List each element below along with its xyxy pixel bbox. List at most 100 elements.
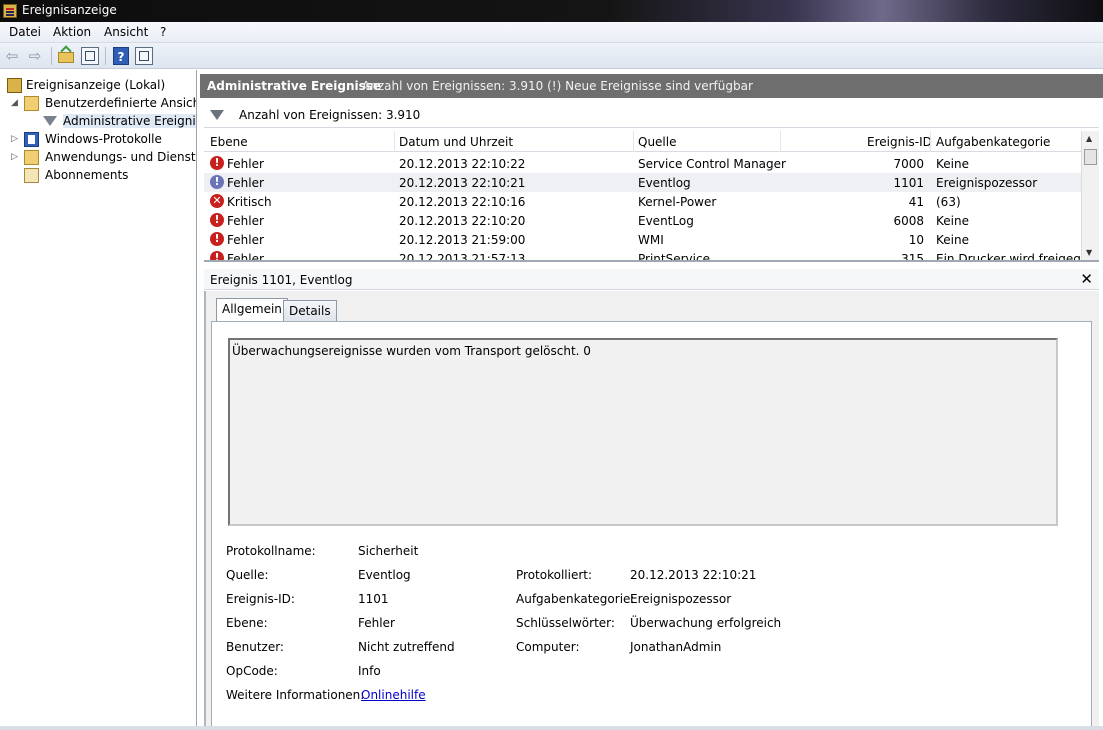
cell-level: Kritisch	[227, 195, 272, 209]
eventid-value: 1101	[358, 592, 389, 606]
cell-level: Fehler	[227, 214, 264, 228]
tree-item-label: Benutzerdefinierte Ansichten	[45, 96, 196, 110]
filter-bar: Anzahl von Ereignissen: 3.910	[204, 102, 1099, 128]
cell-datetime: 20.12.2013 21:59:00	[399, 233, 526, 247]
cell-datetime: 20.12.2013 22:10:16	[399, 195, 526, 209]
cell-datetime: 20.12.2013 21:57:13	[399, 252, 526, 262]
help-icon[interactable]: ?	[113, 47, 129, 65]
cell-level: Fehler	[227, 233, 264, 247]
tree-item-admin-events[interactable]: Administrative Ereignisse	[0, 113, 196, 131]
tree-item-custom-views[interactable]: ◢ Benutzerdefinierte Ansichten	[0, 95, 196, 113]
scroll-up-icon[interactable]: ▲	[1086, 134, 1092, 143]
console-tree: Ereignisanzeige (Lokal) ◢ Benutzerdefini…	[0, 70, 197, 730]
table-row-selected[interactable]: ! Fehler 20.12.2013 22:10:21 Eventlog 11…	[204, 173, 1081, 192]
user-label: Benutzer:	[226, 640, 284, 654]
cell-source: WMI	[638, 233, 664, 247]
view-header: Administrative Ereignisse Anzahl von Ere…	[200, 74, 1103, 98]
cell-level: Fehler	[227, 157, 264, 171]
level-label: Ebene:	[226, 616, 268, 630]
scroll-down-icon[interactable]: ▼	[1086, 248, 1092, 257]
event-message-box[interactable]: Überwachungsereignisse wurden vom Transp…	[228, 338, 1058, 526]
tab-details[interactable]: Details	[283, 300, 337, 322]
event-detail-title: Ereignis 1101, Eventlog	[210, 273, 353, 287]
tree-item-windows-logs[interactable]: ▷ Windows-Protokolle	[0, 131, 196, 149]
filter-icon	[210, 110, 224, 120]
expand-arrow-icon[interactable]: ◢	[11, 98, 21, 108]
view-info: Anzahl von Ereignissen: 3.910 (!) Neue E…	[362, 79, 753, 93]
vertical-scrollbar[interactable]: ▲ ▼	[1081, 131, 1099, 260]
cell-category: Ereignispozessor	[936, 176, 1038, 190]
action-pane-icon[interactable]	[135, 47, 153, 65]
tree-item-label: Windows-Protokolle	[45, 132, 162, 146]
keywords-value: Überwachung erfolgreich	[630, 616, 782, 630]
table-row[interactable]: ! Fehler 20.12.2013 22:10:20 EventLog 60…	[204, 211, 1081, 230]
cell-event-id: 1101	[893, 176, 924, 190]
tree-item-label: Ereignisanzeige (Lokal)	[26, 78, 166, 92]
cell-category: Keine	[936, 157, 969, 171]
tree-item-root[interactable]: Ereignisanzeige (Lokal)	[0, 77, 196, 95]
error-icon: !	[210, 175, 224, 189]
column-divider[interactable]	[780, 131, 781, 152]
cell-datetime: 20.12.2013 22:10:21	[399, 176, 526, 190]
console-tree-icon[interactable]	[81, 47, 99, 65]
forward-arrow-icon[interactable]: ⇨	[27, 47, 43, 65]
column-header-quelle[interactable]: Quelle	[638, 135, 676, 149]
close-icon[interactable]: ✕	[1080, 270, 1093, 288]
computer-label: Computer:	[516, 640, 580, 654]
cell-datetime: 20.12.2013 22:10:20	[399, 214, 526, 228]
cell-source: EventLog	[638, 214, 694, 228]
event-detail-panel: Allgemein Details Überwachungsereignisse…	[204, 291, 1099, 730]
moreinfo-label: Weitere Informationen:	[226, 688, 365, 702]
column-header-ereignis-id[interactable]: Ereignis-ID	[867, 135, 932, 149]
source-label: Quelle:	[226, 568, 269, 582]
event-count: Anzahl von Ereignissen: 3.910	[239, 108, 421, 122]
table-row[interactable]: ✕ Kritisch 20.12.2013 22:10:16 Kernel-Po…	[204, 192, 1081, 211]
logname-label: Protokollname:	[226, 544, 316, 558]
table-row[interactable]: ! Fehler 20.12.2013 21:57:13 PrintServic…	[204, 249, 1092, 262]
tree-item-app-service-logs[interactable]: ▷ Anwendungs- und Dienstprotokolle	[0, 149, 196, 167]
column-divider[interactable]	[633, 131, 634, 152]
collapse-arrow-icon[interactable]: ▷	[11, 134, 21, 144]
cell-event-id: 41	[908, 195, 924, 209]
toolbar-separator	[51, 47, 52, 65]
table-header: Ebene Datum und Uhrzeit Quelle Ereignis-…	[204, 131, 1081, 152]
source-value: Eventlog	[358, 568, 411, 582]
folder-up-icon[interactable]	[58, 45, 74, 65]
tab-panel-allgemein: Überwachungsereignisse wurden vom Transp…	[211, 321, 1092, 730]
table-row[interactable]: ! Fehler 20.12.2013 22:10:22 Service Con…	[204, 154, 1081, 173]
online-help-link[interactable]: Onlinehilfe	[361, 688, 426, 702]
event-viewer-app-icon	[3, 4, 17, 18]
cell-event-id: 6008	[893, 214, 924, 228]
menu-ansicht[interactable]: Ansicht	[104, 25, 148, 39]
collapse-arrow-icon[interactable]: ▷	[11, 152, 21, 162]
cell-category: Ein Drucker wird freigeg...	[936, 252, 1093, 262]
column-header-ebene[interactable]: Ebene	[210, 135, 248, 149]
back-arrow-icon[interactable]: ⇦	[4, 47, 20, 65]
cell-event-id: 315	[901, 252, 924, 262]
cell-category: Keine	[936, 233, 969, 247]
logged-value: 20.12.2013 22:10:21	[630, 568, 757, 582]
level-value: Fehler	[358, 616, 395, 630]
event-detail-header: Ereignis 1101, Eventlog ✕	[204, 269, 1099, 290]
column-header-datum[interactable]: Datum und Uhrzeit	[399, 135, 513, 149]
filter-icon	[43, 116, 57, 126]
menu-datei[interactable]: Datei	[9, 25, 41, 39]
tab-allgemein[interactable]: Allgemein	[216, 298, 288, 322]
critical-icon: ✕	[210, 194, 224, 208]
events-table: Ebene Datum und Uhrzeit Quelle Ereignis-…	[204, 131, 1099, 262]
folder-icon	[24, 150, 39, 165]
scrollbar-thumb[interactable]	[1084, 149, 1097, 165]
column-header-aufgabenkategorie[interactable]: Aufgabenkategorie	[936, 135, 1050, 149]
column-divider[interactable]	[930, 131, 931, 152]
cell-event-id: 7000	[893, 157, 924, 171]
logged-label: Protokolliert:	[516, 568, 593, 582]
table-row[interactable]: ! Fehler 20.12.2013 21:59:00 WMI 10 Kein…	[204, 230, 1081, 249]
log-book-icon	[24, 132, 39, 147]
menu-aktion[interactable]: Aktion	[53, 25, 91, 39]
menu-help[interactable]: ?	[160, 25, 166, 39]
column-divider[interactable]	[394, 131, 395, 152]
tree-item-label: Abonnements	[45, 168, 129, 182]
view-title: Administrative Ereignisse	[207, 79, 382, 93]
tree-item-subscriptions[interactable]: Abonnements	[0, 167, 196, 185]
tab-label: Allgemein	[222, 302, 282, 316]
